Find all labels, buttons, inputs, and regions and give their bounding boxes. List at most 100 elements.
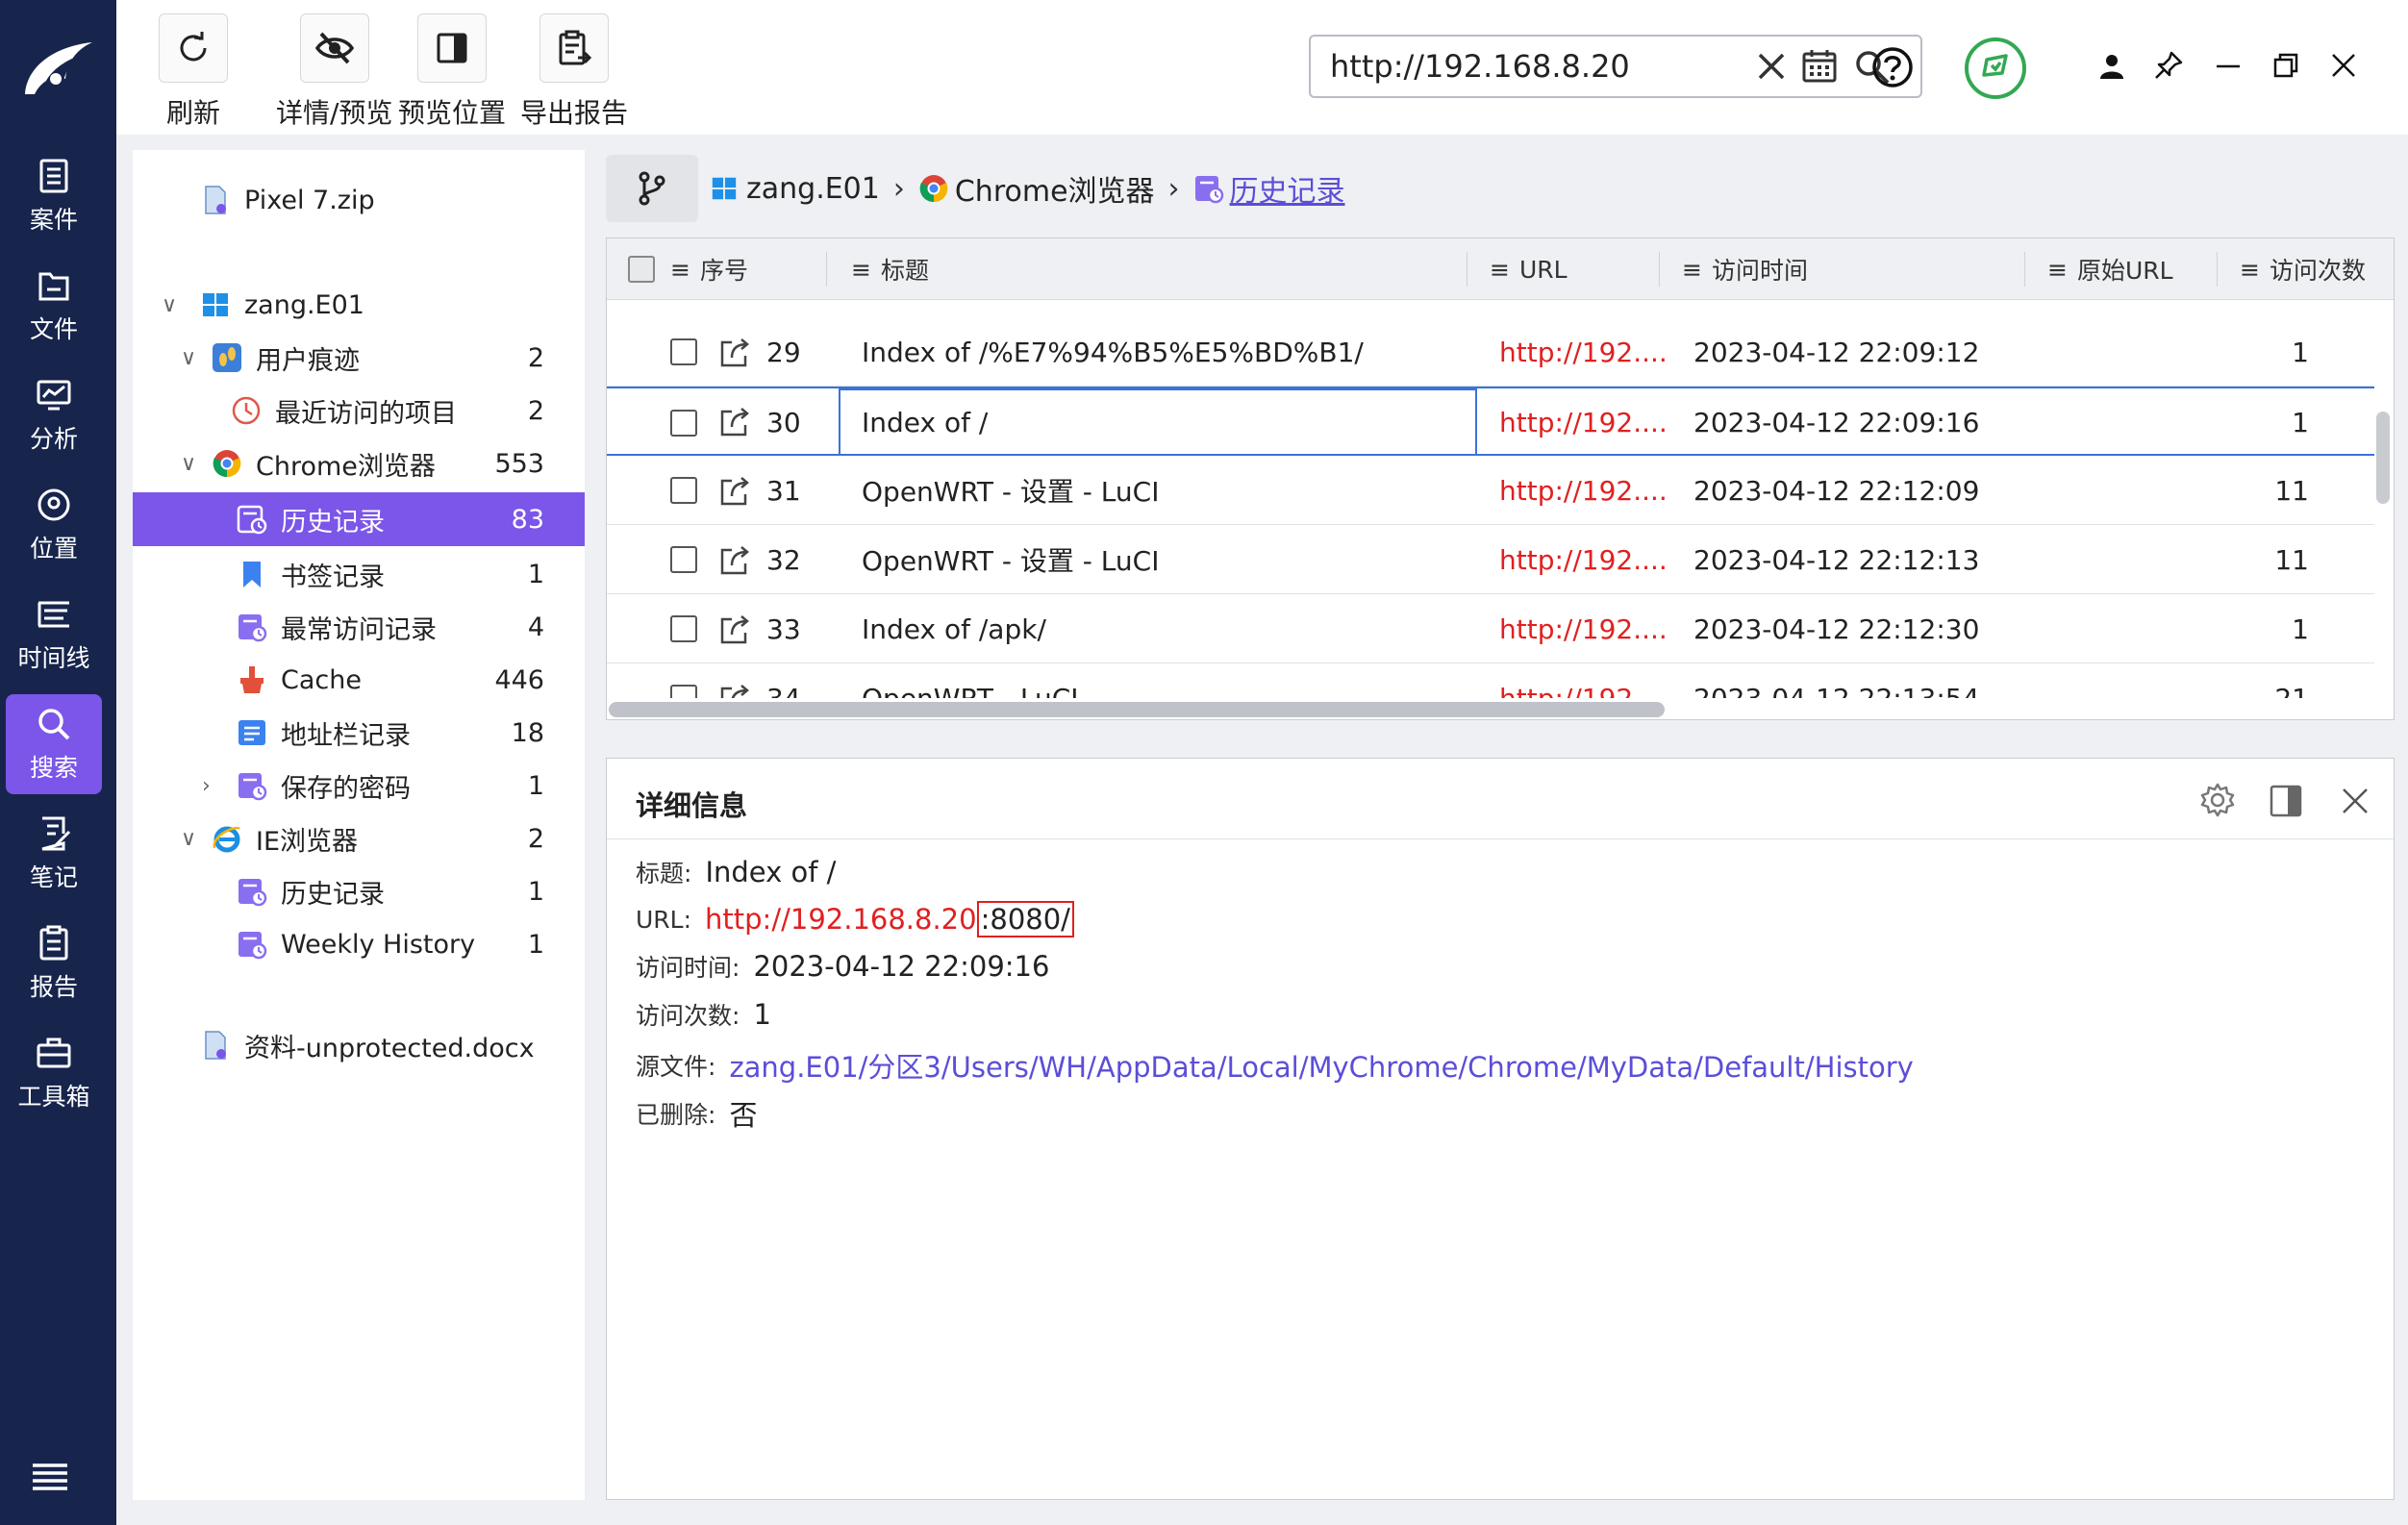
help-icon[interactable] [1871, 46, 1914, 88]
history-icon [238, 773, 267, 801]
vertical-scrollbar[interactable] [2376, 412, 2390, 504]
open-external-icon[interactable] [718, 475, 751, 508]
tree-item-ie-history[interactable]: 历史记录 1 [133, 867, 585, 915]
detail-source-link[interactable]: zang.E01/分区3/Users/WH/AppData/Local/MyCh… [729, 1045, 1913, 1086]
breadcrumb: zang.E01 › Chrome浏览器 › 历史记录 [606, 150, 2408, 227]
close-icon[interactable] [2338, 784, 2372, 818]
row-checkbox[interactable] [670, 388, 697, 458]
chevron-down-icon[interactable]: ∨ [162, 293, 177, 317]
detail-preview-button[interactable]: 详情/预览 [276, 13, 392, 131]
pin-icon[interactable] [2153, 50, 2184, 81]
column-header-original-url[interactable]: ≡ 原始URL [2047, 238, 2173, 300]
calendar-icon[interactable] [1801, 48, 1838, 85]
minimize-icon[interactable] [2213, 50, 2244, 81]
cell-id: 29 [766, 336, 801, 368]
table-row[interactable]: 29 Index of /%E7%94%B5%E5%BD%B1/ http://… [607, 317, 2374, 387]
chevron-right-icon[interactable]: › [202, 774, 211, 798]
status-shield-icon[interactable] [1964, 37, 2027, 100]
tree-item-chrome-history[interactable]: 历史记录 83 [133, 492, 585, 546]
cell-url[interactable]: http://192.... [1499, 525, 1668, 594]
tree-label: 保存的密码 [281, 773, 411, 804]
open-external-icon[interactable] [718, 613, 751, 646]
nav-item-location[interactable]: 位置 [6, 475, 102, 575]
nav-item-file[interactable]: 文件 [6, 256, 102, 356]
tree-item-saved-passwords[interactable]: › 保存的密码 1 [133, 762, 585, 810]
tree-item-ie[interactable]: ∨ IE浏览器 2 [133, 814, 585, 862]
tree-item-chrome[interactable]: ∨ Chrome浏览器 553 [133, 439, 585, 488]
tree-item-address-bar[interactable]: 地址栏记录 18 [133, 709, 585, 757]
column-header-title[interactable]: ≡ 标题 [851, 238, 929, 300]
table-row[interactable]: 32 OpenWRT - 设置 - LuCI http://192.... 20… [607, 525, 2374, 594]
cell-visit-time: 2023-04-12 22:09:16 [1693, 406, 1980, 438]
nav-label: 案件 [29, 206, 78, 234]
cell-url[interactable]: http://192.... [1499, 594, 1668, 663]
column-header-id[interactable]: ≡ 序号 [670, 238, 748, 300]
column-menu-icon: ≡ [2240, 255, 2260, 284]
notes-icon [41, 816, 71, 851]
tree-item-cache[interactable]: Cache 446 [133, 656, 585, 704]
menu-icon[interactable] [29, 1460, 71, 1494]
export-report-button[interactable]: 导出报告 [520, 13, 628, 131]
tree-item-docx[interactable]: 资料-unprotected.docx [133, 1021, 585, 1069]
preview-position-button[interactable]: 预览位置 [398, 13, 506, 131]
toolbox-icon [37, 1038, 71, 1068]
tree-item-pixel-zip[interactable]: Pixel 7.zip [133, 176, 585, 224]
search-input[interactable] [1330, 46, 1715, 87]
row-checkbox[interactable] [670, 317, 697, 387]
open-external-icon[interactable] [718, 337, 751, 369]
nav-item-case[interactable]: 案件 [6, 146, 102, 246]
nav-item-search[interactable]: 搜索 [6, 694, 102, 794]
nav-item-timeline[interactable]: 时间线 [6, 585, 102, 685]
table-row-selected[interactable]: 30 Index of / http://192.... 2023-04-12 … [607, 387, 2374, 456]
user-icon[interactable] [2097, 52, 2126, 81]
close-icon[interactable] [2328, 50, 2359, 81]
open-external-icon[interactable] [718, 544, 751, 577]
tree-item-top-sites[interactable]: 最常访问记录 4 [133, 603, 585, 651]
nav-item-notes[interactable]: 笔记 [6, 804, 102, 904]
horizontal-scrollbar[interactable] [609, 702, 1665, 717]
eye-off-icon [314, 32, 354, 64]
tree-label: zang.E01 [244, 289, 364, 320]
detail-url-value[interactable]: http://192.168.8.20 [705, 903, 977, 936]
tree-item-bookmarks[interactable]: 书签记录 1 [133, 550, 585, 598]
table-row[interactable]: 31 OpenWRT - 设置 - LuCI http://192.... 20… [607, 456, 2374, 525]
history-table: ≡ 序号 ≡ 标题 ≡ URL ≡ 访问时间 ≡ 原始URL ≡ 访问次数 29 Index… [606, 238, 2395, 720]
select-all-checkbox[interactable] [628, 238, 655, 300]
nav-item-report[interactable]: 报告 [6, 913, 102, 1013]
panel-layout-icon[interactable] [2269, 784, 2303, 818]
nav-item-toolbox[interactable]: 工具箱 [6, 1023, 102, 1123]
tree-count: 553 [494, 448, 544, 479]
tree-item-user-traces[interactable]: ∨ 用户痕迹 2 [133, 334, 585, 382]
row-checkbox[interactable] [670, 456, 697, 525]
breadcrumb-item[interactable]: zang.E01 [746, 172, 880, 206]
table-row[interactable]: 33 Index of /apk/ http://192.... 2023-04… [607, 594, 2374, 663]
detail-value: 2023-04-12 22:09:16 [753, 950, 1050, 983]
row-checkbox[interactable] [670, 525, 697, 594]
tree-item-weekly-history[interactable]: Weekly History 1 [133, 920, 585, 968]
tree-count: 18 [511, 717, 544, 748]
restore-icon[interactable] [2270, 50, 2301, 81]
chevron-down-icon[interactable]: ∨ [181, 346, 196, 370]
row-checkbox[interactable] [670, 594, 697, 663]
clear-icon[interactable] [1755, 50, 1788, 83]
tree-label: Chrome浏览器 [256, 451, 436, 482]
cell-visit-count: 11 [2274, 543, 2309, 576]
cell-url[interactable]: http://192.... [1499, 388, 1668, 456]
column-header-visit-count[interactable]: ≡ 访问次数 [2240, 238, 2366, 300]
tree-item-recent-items[interactable]: 最近访问的项目 2 [133, 387, 585, 435]
cell-title[interactable]: Index of / [862, 388, 988, 456]
chevron-down-icon[interactable]: ∨ [181, 827, 196, 851]
tree-item-zang-e01[interactable]: ∨ zang.E01 [133, 281, 585, 329]
breadcrumb-item-current[interactable]: 历史记录 [1230, 167, 1345, 210]
column-header-url[interactable]: ≡ URL [1490, 238, 1568, 300]
chevron-down-icon[interactable]: ∨ [181, 452, 196, 476]
refresh-button[interactable]: 刷新 [159, 13, 228, 131]
nav-item-analysis[interactable]: 分析 [6, 365, 102, 465]
breadcrumb-item[interactable]: Chrome浏览器 [955, 167, 1155, 210]
open-external-icon[interactable] [718, 406, 751, 438]
cell-url[interactable]: http://192.... [1499, 456, 1668, 525]
cell-url[interactable]: http://192.... [1499, 317, 1668, 387]
column-header-visit-time[interactable]: ≡ 访问时间 [1682, 238, 1808, 300]
gear-icon[interactable] [2199, 782, 2236, 818]
branch-button[interactable] [606, 155, 698, 222]
